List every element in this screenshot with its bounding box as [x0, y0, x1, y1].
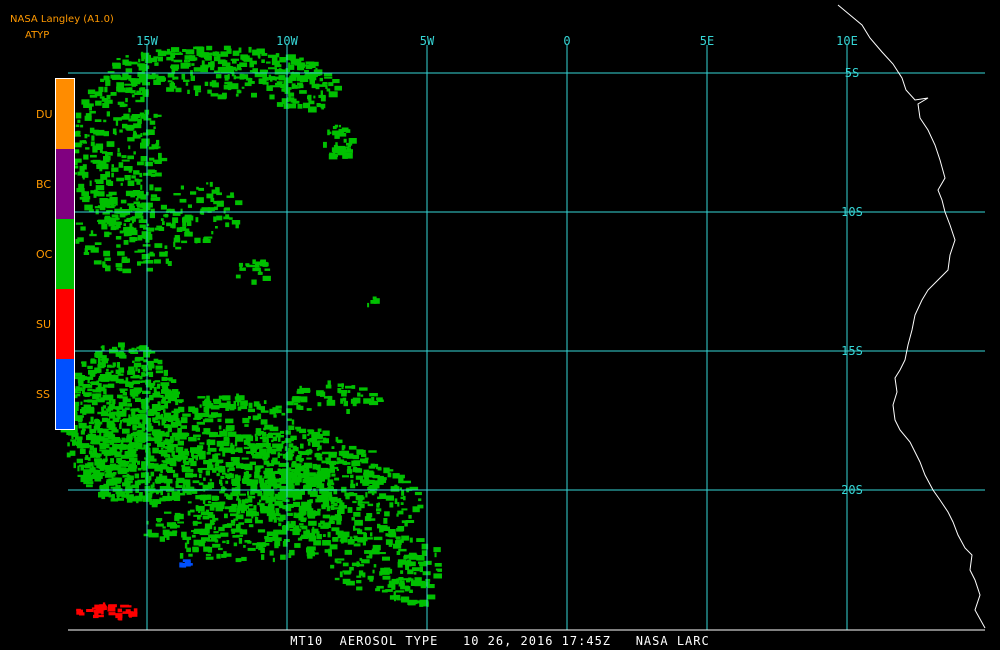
- longitude-label: 5W: [420, 34, 435, 48]
- legend-label-ss: SS: [36, 388, 50, 401]
- legend-label-du: DU: [36, 108, 53, 121]
- map-caption: MT10 AEROSOL TYPE 10 26, 2016 17:45Z NAS…: [290, 634, 710, 648]
- longitude-label: 5E: [700, 34, 714, 48]
- longitude-label: 0: [563, 34, 570, 48]
- aerosol-cloud-layer: [60, 45, 442, 621]
- source-title: NASA Langley (A1.0): [10, 14, 114, 25]
- latitude-label: 5S: [845, 66, 859, 80]
- longitude-label: 10W: [276, 34, 298, 48]
- latitude-label: 10S: [841, 205, 863, 219]
- legend-label-oc: OC: [36, 248, 53, 261]
- latitude-label: 15S: [841, 344, 863, 358]
- longitude-label: 10E: [836, 34, 858, 48]
- latitude-label: 20S: [841, 483, 863, 497]
- coastline: [837, 4, 986, 629]
- longitude-label: 15W: [136, 34, 158, 48]
- legend-label-su: SU: [36, 318, 52, 331]
- aerosol-map: 15W 10W 5W 0 5E 10E 5S 10S 15S 20S: [60, 4, 986, 631]
- legend-label-bc: BC: [36, 178, 52, 191]
- product-title: ATYP: [25, 30, 50, 41]
